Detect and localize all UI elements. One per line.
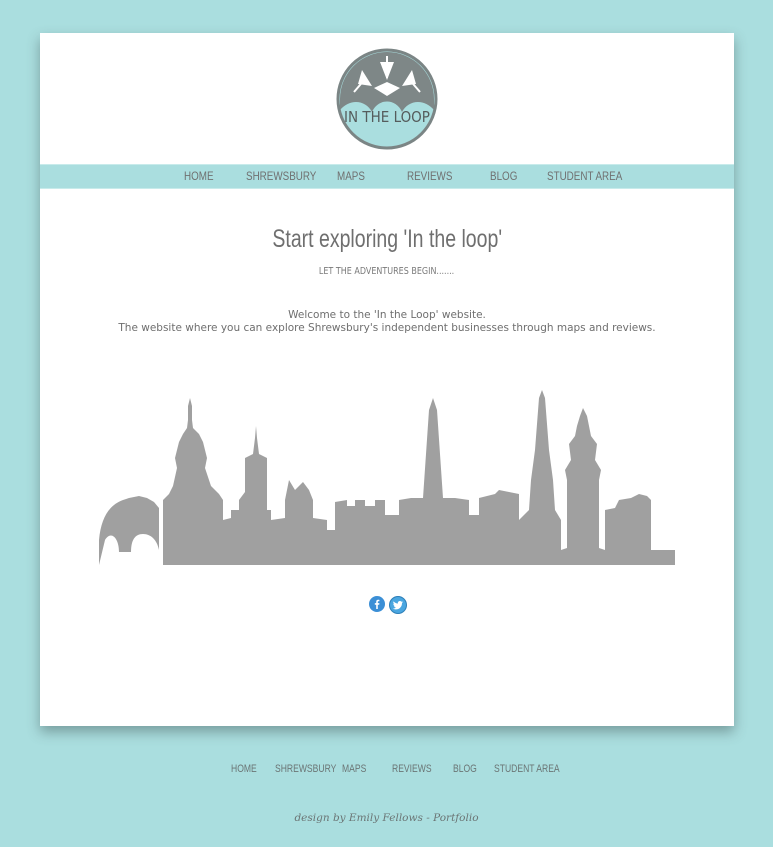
- footer-nav-shrewsbury[interactable]: SHREWSBURY: [275, 763, 336, 775]
- intro-line-2: The website where you can explore Shrews…: [118, 322, 656, 334]
- site-logo[interactable]: IN THE LOOP: [336, 48, 438, 150]
- nav-blog[interactable]: BLOG: [490, 169, 517, 183]
- headline-text: Start exploring 'In the loop': [272, 225, 502, 253]
- footer-nav-reviews[interactable]: REVIEWS: [392, 763, 432, 775]
- twitter-button[interactable]: [389, 596, 407, 614]
- footer-nav-blog[interactable]: BLOG: [453, 763, 477, 775]
- intro-line-1: Welcome to the 'In the Loop' website.: [288, 309, 486, 321]
- nav-shrewsbury[interactable]: SHREWSBURY: [246, 169, 316, 183]
- twitter-icon: [389, 596, 407, 614]
- logo-text: IN THE LOOP: [344, 108, 430, 126]
- footer-nav-student-area[interactable]: STUDENT AREA: [494, 763, 560, 775]
- footer-nav-maps[interactable]: MAPS: [342, 763, 366, 775]
- logo-emblem-icon: [336, 48, 438, 150]
- page-headline: Start exploring 'In the loop': [40, 225, 734, 254]
- page-tagline: LET THE ADVENTURES BEGIN.......: [40, 266, 734, 277]
- facebook-icon: [369, 596, 385, 612]
- tagline-text: LET THE ADVENTURES BEGIN.......: [319, 266, 455, 277]
- facebook-button[interactable]: [369, 596, 385, 612]
- nav-student-area[interactable]: STUDENT AREA: [547, 169, 622, 183]
- shrewsbury-skyline-image: [99, 390, 675, 565]
- main-content-card: IN THE LOOP HOME SHREWSBURY MAPS REVIEWS…: [40, 33, 734, 726]
- nav-maps[interactable]: MAPS: [337, 169, 365, 183]
- nav-reviews[interactable]: REVIEWS: [407, 169, 452, 183]
- footer-nav-home[interactable]: HOME: [231, 763, 257, 775]
- main-nav-bar: HOME SHREWSBURY MAPS REVIEWS BLOG STUDEN…: [40, 164, 734, 189]
- footer-credit-link[interactable]: design by Emily Fellows - Portfolio: [0, 812, 773, 824]
- nav-home[interactable]: HOME: [184, 169, 214, 183]
